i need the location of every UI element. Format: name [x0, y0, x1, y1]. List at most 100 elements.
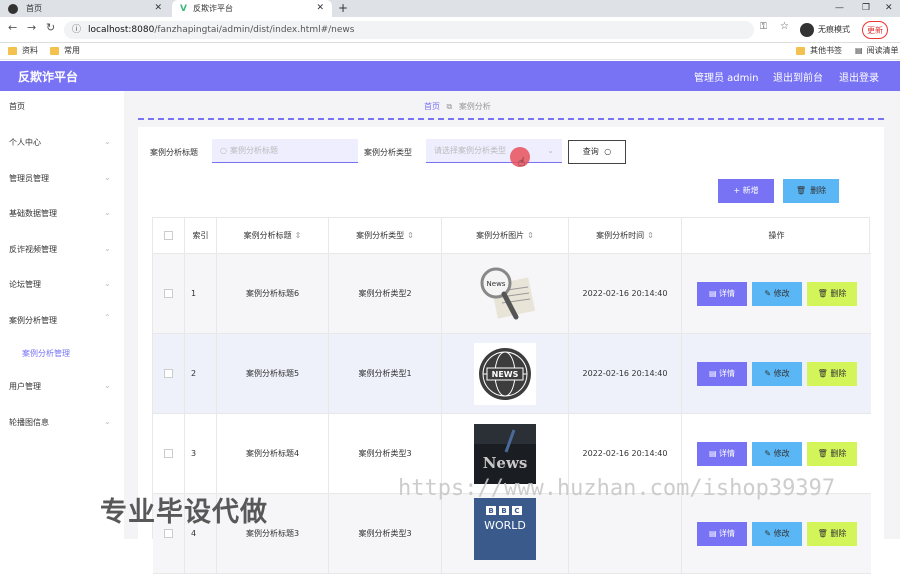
header-select-all[interactable] — [153, 218, 185, 253]
url-field[interactable]: ⓘ localhost:8080/fanzhapingtai/admin/dis… — [64, 21, 754, 39]
star-icon[interactable]: ☆ — [780, 21, 789, 32]
document-icon: ▤ — [708, 369, 720, 378]
incognito-indicator[interactable]: 无痕模式 — [800, 21, 850, 39]
batch-delete-button[interactable]: 🗑 删除 — [783, 179, 839, 203]
forward-icon[interactable]: → — [27, 21, 36, 34]
detail-button[interactable]: ▤ 详情 — [697, 362, 747, 386]
row-select[interactable] — [153, 254, 185, 333]
detail-button[interactable]: ▤ 详情 — [697, 442, 747, 466]
chevron-down-icon: ⌄ — [104, 417, 111, 426]
bookmark-folder[interactable]: 常用 — [50, 45, 80, 56]
bookmark-folder[interactable]: 资料 — [8, 45, 38, 56]
close-window-icon[interactable]: ✕ — [885, 0, 893, 17]
sidebar-item-users[interactable]: 用户管理 — [9, 381, 41, 392]
detail-label: 详情 — [719, 289, 736, 298]
sidebar-item-videos[interactable]: 反诈视频管理 — [9, 244, 57, 255]
document-icon: ▤ — [708, 289, 720, 298]
sort-icon[interactable]: ⇕ — [527, 231, 534, 240]
vue-icon: V — [180, 3, 187, 14]
back-to-front-link[interactable]: 退出到前台 — [773, 69, 823, 84]
edit-button[interactable]: ✎ 修改 — [752, 522, 802, 546]
delete-label: 删除 — [830, 529, 847, 538]
minimize-icon[interactable]: — — [835, 0, 844, 17]
detail-button[interactable]: ▤ 详情 — [697, 522, 747, 546]
reading-list[interactable]: ▤ 阅读清单 — [855, 45, 899, 56]
sort-icon[interactable]: ⇕ — [647, 231, 654, 240]
checkbox[interactable] — [164, 289, 173, 298]
edit-button[interactable]: ✎ 修改 — [752, 442, 802, 466]
type-filter-label: 案例分析类型 — [364, 148, 412, 157]
checkbox[interactable] — [164, 369, 173, 378]
chevron-down-icon: ⌄ — [104, 173, 111, 182]
header-index: 索引 — [185, 218, 217, 253]
delete-button[interactable]: 🗑 删除 — [807, 522, 857, 546]
delete-button[interactable]: 🗑 删除 — [807, 362, 857, 386]
info-icon[interactable]: ⓘ — [72, 21, 81, 39]
sidebar-item-carousel[interactable]: 轮播图信息 — [9, 417, 49, 428]
query-button[interactable]: 查询 ○ — [568, 140, 626, 164]
sidebar-item-base-data[interactable]: 基础数据管理 — [9, 208, 57, 219]
edit-label: 修改 — [773, 449, 790, 458]
query-label: 查询 — [582, 147, 599, 156]
sidebar-item-admins[interactable]: 管理员管理 — [9, 173, 49, 184]
watermark-text: 专业毕设代做 — [100, 497, 268, 528]
sort-icon[interactable]: ⇕ — [295, 231, 302, 240]
header-time[interactable]: 案例分析时间 ⇕ — [569, 218, 682, 253]
pencil-icon: ✎ — [764, 529, 774, 538]
maximize-icon[interactable]: ❐ — [862, 0, 870, 17]
update-button[interactable]: 更新 — [862, 21, 888, 39]
row-image[interactable]: News — [442, 254, 569, 333]
row-type: 案例分析类型3 — [329, 494, 442, 573]
new-tab-button[interactable]: + — [338, 0, 348, 17]
delete-button[interactable]: 🗑 删除 — [807, 442, 857, 466]
header-type[interactable]: 案例分析类型 ⇕ — [329, 218, 442, 253]
edit-button[interactable]: ✎ 修改 — [752, 282, 802, 306]
close-icon[interactable]: ✕ — [154, 3, 162, 13]
checkbox[interactable] — [164, 449, 173, 458]
back-icon[interactable]: ← — [8, 21, 17, 34]
key-icon[interactable]: ⚿ — [760, 22, 767, 32]
row-select[interactable] — [153, 334, 185, 413]
sidebar-item-cases[interactable]: 案例分析管理 — [9, 315, 57, 326]
close-icon[interactable]: ✕ — [316, 3, 324, 13]
svg-text:C: C — [514, 507, 519, 515]
sidebar-item-home[interactable]: 首页 — [9, 101, 25, 112]
header-type-label: 案例分析类型 — [356, 231, 405, 240]
edit-button[interactable]: ✎ 修改 — [752, 362, 802, 386]
checkbox[interactable] — [164, 231, 173, 240]
folder-icon — [8, 46, 17, 55]
add-button[interactable]: + 新增 — [718, 179, 774, 203]
row-image[interactable]: B B C WORLD — [442, 494, 569, 573]
reload-icon[interactable]: ↻ — [46, 21, 55, 34]
type-filter-placeholder: 请选择案例分析类型 — [434, 146, 506, 155]
bookmark-folder[interactable]: 其他书签 — [796, 45, 842, 56]
row-select[interactable] — [153, 414, 185, 493]
browser-tab-home[interactable]: 首页 ✕ — [0, 0, 170, 17]
title-filter-input[interactable]: ○ 案例分析标题 — [212, 139, 358, 163]
trash-icon: 🗑 — [817, 449, 831, 458]
app-header: 反欺诈平台 管理员 admin 退出到前台 退出登录 — [0, 61, 900, 91]
sort-icon[interactable]: ⇕ — [407, 231, 414, 240]
header-image[interactable]: 案例分析图片 ⇕ — [442, 218, 569, 253]
breadcrumb-home[interactable]: 首页 — [424, 102, 440, 111]
delete-button[interactable]: 🗑 删除 — [807, 282, 857, 306]
browser-tab-active[interactable]: V 反欺诈平台 ✕ — [172, 0, 332, 17]
admin-label: 管理员 admin — [694, 73, 759, 84]
header-image-label: 案例分析图片 — [476, 231, 525, 240]
type-filter-select[interactable]: 请选择案例分析类型 ⌄ — [426, 139, 562, 163]
row-index: 2 — [185, 334, 217, 413]
logout-link[interactable]: 退出登录 — [839, 69, 879, 84]
checkbox[interactable] — [164, 529, 173, 538]
detail-button[interactable]: ▤ 详情 — [697, 282, 747, 306]
row-time — [569, 494, 682, 573]
header-title[interactable]: 案例分析标题 ⇕ — [217, 218, 329, 253]
pencil-icon: ✎ — [764, 289, 774, 298]
delete-label: 删除 — [830, 449, 847, 458]
sidebar-item-profile[interactable]: 个人中心 — [9, 137, 41, 148]
row-image[interactable]: NEWS — [442, 334, 569, 413]
sidebar-item-forum[interactable]: 论坛管理 — [9, 279, 41, 290]
sidebar-subitem-cases[interactable]: 案例分析管理 — [22, 348, 70, 359]
bookmarks-bar: 资料 常用 其他书签 ▤ 阅读清单 — [0, 43, 900, 60]
tab-label: 首页 — [26, 4, 42, 13]
divider — [138, 118, 884, 120]
